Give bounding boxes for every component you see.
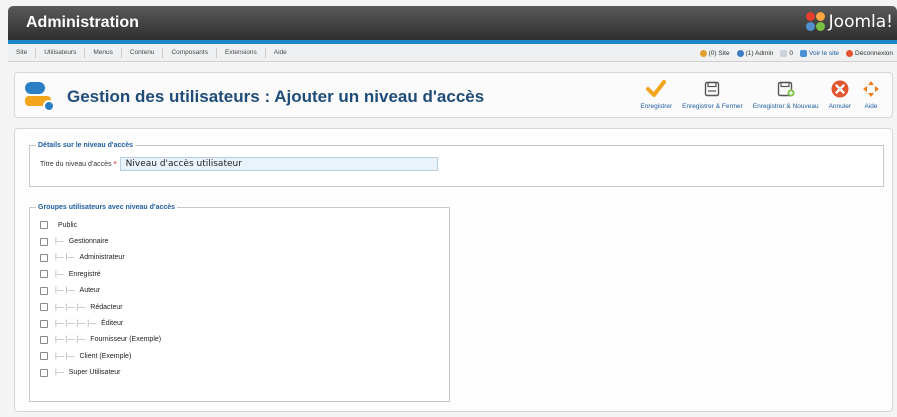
tree-indent: |— |— [55,254,77,262]
tree-indent: |— |— [55,287,77,295]
group-item[interactable]: |— Enregistré [40,266,449,282]
tree-indent: |— [55,369,66,377]
groups-legend: Groupes utilisateurs avec niveau d'accès [38,204,176,211]
save-new-icon [776,79,796,99]
group-item[interactable]: |— |— |— Fournisseur (Exemple) [40,332,449,348]
admin-header: Administration Joomla! [8,6,897,40]
status-admin[interactable]: (1) Admin [736,49,773,57]
logo-text: Joomla! [828,12,893,32]
details-legend: Détails sur le niveau d'accès [38,142,134,149]
group-checkbox[interactable] [40,303,48,312]
menu-contenu[interactable]: Contenu [122,48,164,58]
checkmark-icon [646,79,667,99]
group-checkbox[interactable] [40,335,48,344]
access-levels-icon [25,80,57,112]
view-site-link[interactable]: Voir le site [800,49,839,57]
group-item[interactable]: Public [40,217,449,233]
save-button[interactable]: Enregistrer [635,79,677,110]
group-item[interactable]: |— |— Administrateur [40,250,449,266]
group-item[interactable]: |— |— |— |— Éditeur [40,315,449,331]
group-label: Fournisseur (Exemple) [90,336,162,344]
tree-indent: |— [55,270,66,278]
cancel-button[interactable]: Annuler [824,79,856,110]
title-input[interactable] [119,157,438,171]
status-messages[interactable]: 0 [780,49,793,57]
monitor-icon [800,49,808,57]
group-checkbox[interactable] [40,352,48,361]
tree-indent: |— |— |— |— [55,320,99,328]
menu-composants[interactable]: Composants [163,48,217,58]
menu-aide[interactable]: Aide [266,48,295,58]
main-menu: Site Utilisateurs Menus Contenu Composan… [8,44,897,62]
group-label: Rédacteur [90,303,123,311]
cancel-icon [830,79,850,99]
user-groups-fieldset: Groupes utilisateurs avec niveau d'accès… [29,204,450,402]
group-label: Gestionnaire [68,238,109,246]
page-header: Gestion des utilisateurs : Ajouter un ni… [14,72,893,118]
content-panel: Détails sur le niveau d'accès Titre du n… [14,128,893,412]
logout-link[interactable]: Déconnexion [846,49,893,57]
group-item[interactable]: |— Super Utilisateur [40,365,449,381]
group-label: Auteur [79,287,101,295]
group-label: Enregistré [68,270,101,278]
app-title: Administration [26,14,139,31]
group-checkbox[interactable] [40,221,48,230]
group-checkbox[interactable] [40,270,48,279]
tree-indent: |— |— |— [55,303,88,311]
tree-indent: |— |— [55,352,77,360]
tree-indent: |— [55,238,66,246]
save-new-button[interactable]: Enregistrer & Nouveau [748,79,824,110]
group-item[interactable]: |— |— Auteur [40,283,449,299]
group-label: Client (Exemple) [79,352,132,360]
help-button[interactable]: Aide [856,79,886,110]
save-close-icon [702,79,722,99]
mail-icon [780,49,788,57]
group-label: Éditeur [101,320,124,328]
menu-menus[interactable]: Menus [85,48,122,58]
required-mark: * [113,159,117,169]
menu-utilisateurs[interactable]: Utilisateurs [36,48,86,58]
group-checkbox[interactable] [40,237,48,246]
users-icon [699,49,707,57]
group-tree: Public |— Gestionnaire |— |— Administrateu… [40,217,449,381]
group-checkbox[interactable] [40,368,48,377]
menu-site[interactable]: Site [8,48,37,58]
group-label: Administrateur [79,254,125,262]
title-label: Titre du niveau d'accès [40,160,112,168]
group-checkbox[interactable] [40,253,48,262]
group-checkbox[interactable] [40,319,48,328]
access-level-details: Détails sur le niveau d'accès Titre du n… [29,142,884,187]
group-item[interactable]: |— Gestionnaire [40,233,449,249]
group-item[interactable]: |— |— |— Rédacteur [40,299,449,315]
users-icon [736,49,744,57]
help-icon [861,79,881,99]
toolbar: Enregistrer Enregistrer & Fermer Enregis… [635,79,886,115]
group-item[interactable]: |— |— Client (Exemple) [40,348,449,364]
group-label: Super Utilisateur [68,369,121,377]
menu-extensions[interactable]: Extensions [217,48,266,58]
joomla-logo-icon [805,12,826,32]
joomla-logo: Joomla! [805,12,893,32]
group-label: Public [58,221,78,229]
page-title: Gestion des utilisateurs : Ajouter un ni… [67,87,485,106]
power-icon [846,49,854,57]
tree-indent: |— |— |— [55,336,88,344]
group-checkbox[interactable] [40,286,48,295]
save-close-button[interactable]: Enregistrer & Fermer [677,79,748,110]
status-site[interactable]: (0) Site [699,49,730,57]
